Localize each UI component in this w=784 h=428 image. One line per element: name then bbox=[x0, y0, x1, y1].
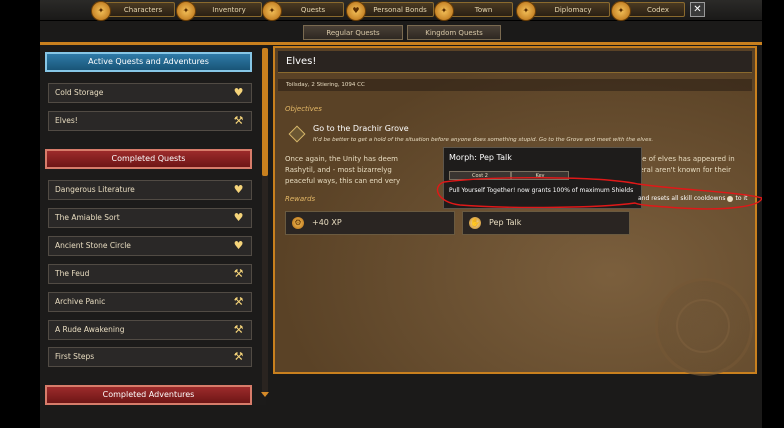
reward-pep-talk[interactable]: ✋ Pep Talk bbox=[462, 211, 630, 235]
reward-xp[interactable]: ⚙ +40 XP bbox=[285, 211, 455, 235]
bonds-icon: ♥ bbox=[346, 1, 366, 21]
section-header-completed-adventures[interactable]: Completed Adventures bbox=[45, 385, 252, 405]
close-button[interactable]: ✕ bbox=[690, 2, 705, 17]
close-icon: ✕ bbox=[693, 4, 702, 15]
heart-icon: ♥ bbox=[233, 239, 244, 252]
tab-inventory[interactable]: ✦ Inventory bbox=[176, 1, 262, 21]
section-header-completed-quests[interactable]: Completed Quests bbox=[45, 149, 252, 169]
wrench-icon: ⚒ bbox=[233, 114, 244, 127]
list-item-cold-storage[interactable]: Cold Storage ♥ bbox=[48, 83, 252, 103]
wrench-icon: ⚒ bbox=[233, 323, 244, 336]
list-item-amiable-sort[interactable]: The Amiable Sort ♥ bbox=[48, 208, 252, 228]
heart-icon: ♥ bbox=[233, 211, 244, 224]
tab-codex[interactable]: ✦ Codex bbox=[611, 1, 685, 21]
objective-title: Go to the Drachir Grove bbox=[313, 124, 409, 133]
list-item-dangerous-literature[interactable]: Dangerous Literature ♥ bbox=[48, 180, 252, 200]
quest-list-panel: Active Quests and Adventures Cold Storag… bbox=[40, 45, 266, 405]
list-item-rude-awakening[interactable]: A Rude Awakening ⚒ bbox=[48, 320, 252, 340]
tooltip-key: Key bbox=[511, 171, 569, 180]
diplomacy-icon: ✦ bbox=[516, 1, 536, 21]
tab-regular-quests[interactable]: Regular Quests bbox=[303, 25, 403, 40]
wrench-icon: ⚒ bbox=[233, 267, 244, 280]
scroll-down-icon[interactable] bbox=[261, 392, 269, 397]
tab-diplomacy[interactable]: ✦ Diplomacy bbox=[516, 1, 610, 21]
list-item-archive-panic[interactable]: Archive Panic ⚒ bbox=[48, 292, 252, 312]
inventory-icon: ✦ bbox=[176, 1, 196, 21]
objective-description: It'd be better to get a hold of the situ… bbox=[313, 137, 654, 143]
game-window: ✦ Characters ✦ Inventory ✦ Quests ♥ Pers… bbox=[40, 0, 762, 428]
section-header-active[interactable]: Active Quests and Adventures bbox=[45, 52, 252, 72]
rewards-label: Rewards bbox=[285, 195, 316, 203]
tab-characters[interactable]: ✦ Characters bbox=[91, 1, 175, 21]
objectives-label: Objectives bbox=[285, 105, 322, 113]
tab-quests[interactable]: ✦ Quests bbox=[262, 1, 344, 21]
top-navigation: ✦ Characters ✦ Inventory ✦ Quests ♥ Pers… bbox=[40, 0, 762, 21]
list-item-first-steps[interactable]: First Steps ⚒ bbox=[48, 347, 252, 367]
crest-emblem bbox=[655, 278, 753, 376]
heart-icon: ♥ bbox=[233, 86, 244, 99]
tab-personal-bonds[interactable]: ♥ Personal Bonds bbox=[346, 1, 434, 21]
quest-date: Toilsday, 2 Stiering, 1094 CC bbox=[278, 79, 752, 91]
objective-diamond-icon bbox=[288, 125, 306, 143]
tab-town[interactable]: ✦ Town bbox=[434, 1, 513, 21]
skill-tooltip: Morph: Pep Talk Cost 2 Key Pull Yourself… bbox=[443, 147, 642, 209]
pep-talk-icon: ✋ bbox=[469, 217, 481, 229]
scrollbar-thumb[interactable] bbox=[262, 48, 268, 176]
wrench-icon: ⚒ bbox=[233, 295, 244, 308]
xp-coin-icon: ⚙ bbox=[292, 217, 304, 229]
tooltip-cost: Cost 2 bbox=[449, 171, 511, 180]
tooltip-description: Pull Yourself Together! now grants 100% … bbox=[449, 187, 634, 194]
tooltip-tail-text: and resets all skill cooldowns to it bbox=[638, 195, 748, 202]
cooldown-icon bbox=[727, 195, 734, 202]
tab-kingdom-quests[interactable]: Kingdom Quests bbox=[407, 25, 501, 40]
town-icon: ✦ bbox=[434, 1, 454, 21]
quest-title: Elves! bbox=[278, 51, 752, 73]
list-item-the-feud[interactable]: The Feud ⚒ bbox=[48, 264, 252, 284]
list-item-elves[interactable]: Elves! ⚒ bbox=[48, 111, 252, 131]
quest-detail-panel: Elves! Toilsday, 2 Stiering, 1094 CC Obj… bbox=[273, 46, 757, 376]
tooltip-title: Morph: Pep Talk bbox=[449, 153, 512, 162]
quests-icon: ✦ bbox=[262, 1, 282, 21]
wrench-icon: ⚒ bbox=[233, 350, 244, 363]
codex-icon: ✦ bbox=[611, 1, 631, 21]
heart-icon: ♥ bbox=[233, 183, 244, 196]
list-item-ancient-stone-circle[interactable]: Ancient Stone Circle ♥ bbox=[48, 236, 252, 256]
characters-icon: ✦ bbox=[91, 1, 111, 21]
